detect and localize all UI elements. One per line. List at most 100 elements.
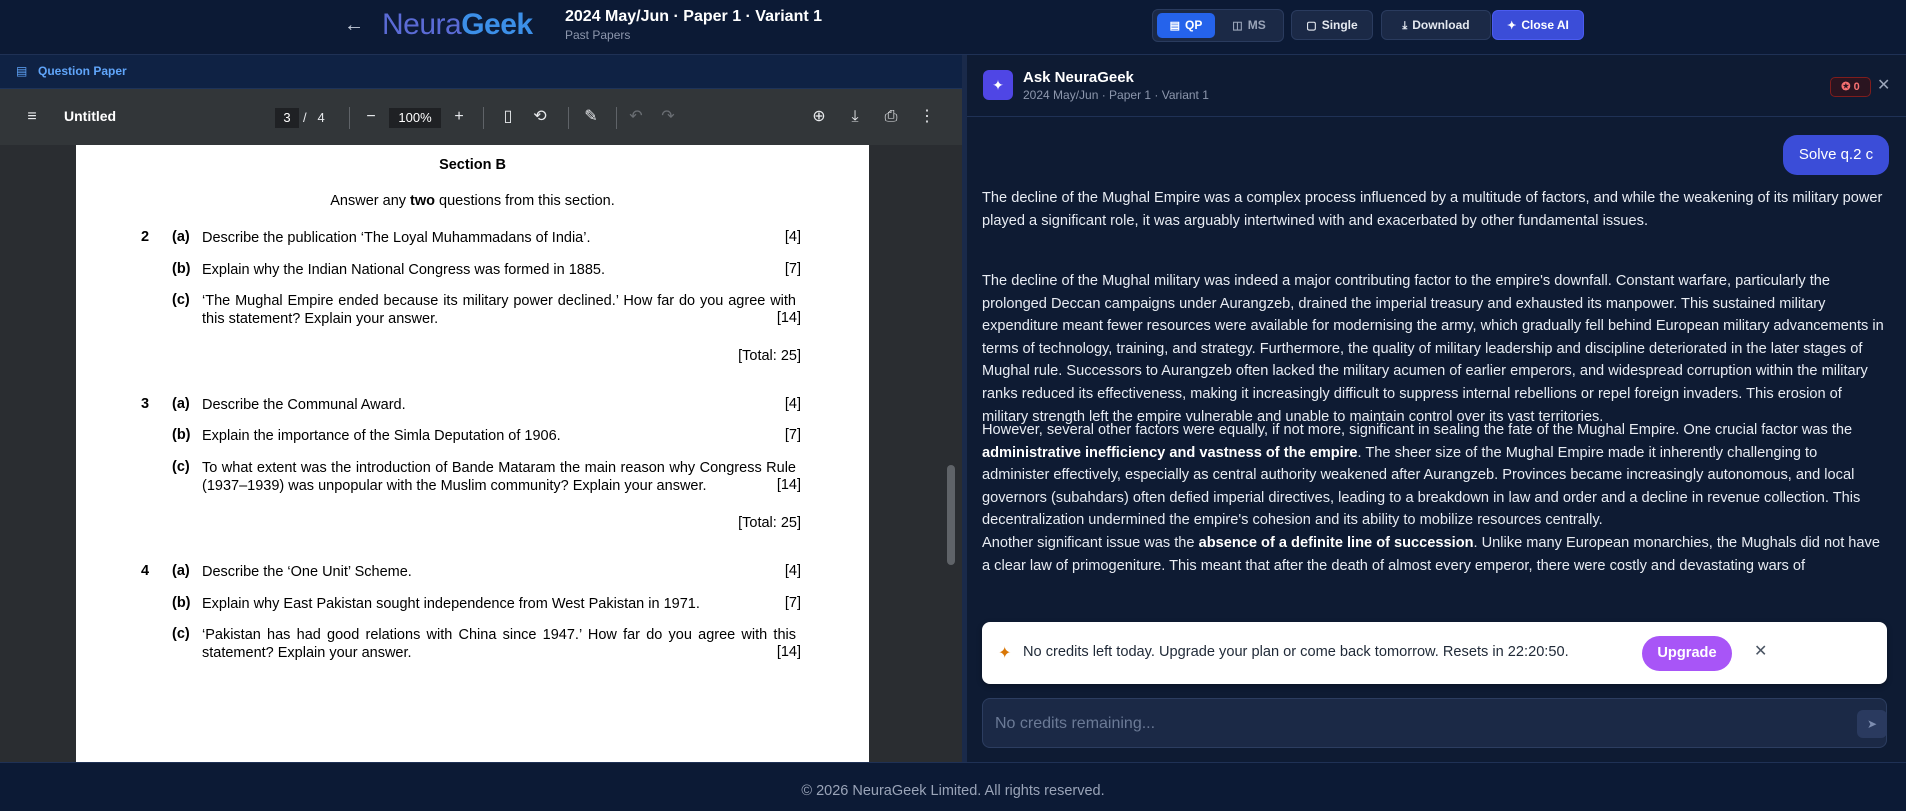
ai-assistant-pane: ✦ Ask NeuraGeek 2024 May/Jun · Paper 1 ·… [967, 55, 1906, 762]
toolbar-divider [616, 107, 617, 129]
question-text: Describe the Communal Award. [202, 397, 406, 413]
sparkle-icon: ✦ [983, 70, 1013, 100]
sparkle-icon: ✦ [998, 645, 1012, 662]
redo-icon[interactable]: ↷ [656, 105, 680, 129]
no-credits-toast: ✦ No credits left today. Upgrade your pl… [982, 622, 1887, 684]
marks: [14] [776, 310, 801, 326]
part-label: (a) [172, 396, 190, 412]
toast-message: No credits left today. Upgrade your plan… [1023, 644, 1569, 660]
ai-title: Ask NeuraGeek [1023, 69, 1134, 86]
question-text: Describe the publication ‘The Loyal Muha… [202, 230, 591, 246]
question-text: ‘The Mughal Empire ended because its mil… [202, 293, 796, 327]
marks: [7] [784, 595, 801, 611]
toolbar-divider [568, 107, 569, 129]
add-drive-icon[interactable]: ⊕ [807, 105, 831, 129]
logo[interactable]: NeuraGeek [382, 8, 533, 42]
menu-icon[interactable]: ≡ [20, 105, 44, 129]
part-label: (b) [172, 595, 191, 611]
part-label: (b) [172, 427, 191, 443]
undo-icon[interactable]: ↶ [624, 105, 648, 129]
document-icon: ▤ [1169, 20, 1181, 32]
part-label: (c) [172, 459, 190, 475]
back-arrow-icon[interactable]: ← [342, 13, 366, 37]
toolbar-divider [483, 107, 484, 129]
question-text: Describe the ‘One Unit’ Scheme. [202, 564, 412, 580]
part-label: (a) [172, 229, 190, 245]
marks: [4] [784, 563, 801, 579]
book-icon: ◫ [1232, 20, 1243, 32]
ai-paragraph: The decline of the Mughal military was i… [982, 273, 1884, 425]
marks: [14] [776, 644, 801, 660]
upgrade-button[interactable]: Upgrade [1642, 636, 1732, 671]
pdf-scroll-thumb[interactable] [947, 465, 955, 565]
ms-button[interactable]: ◫ MS [1219, 13, 1279, 38]
marks: [4] [784, 229, 801, 245]
ai-subtitle: 2024 May/Jun · Paper 1 · Variant 1 [1023, 88, 1209, 102]
fit-page-icon[interactable]: ▯ [496, 105, 520, 129]
section-instruction: Answer any two questions from this secti… [330, 193, 615, 209]
part-label: (b) [172, 261, 191, 277]
page-number-input[interactable]: 3 [275, 108, 299, 128]
zoom-in-icon[interactable]: + [447, 105, 471, 129]
pdf-toolbar: ≡ Untitled 3 / 4 − 100% + ▯ ⟲ ✎ ↶ ↷ ⊕ ⤓ … [0, 89, 962, 145]
part-label: (a) [172, 563, 190, 579]
question-text: Explain why the Indian National Congress… [202, 262, 606, 278]
qp-button[interactable]: ▤ QP [1157, 13, 1215, 38]
close-icon[interactable]: ✕ [1754, 641, 1767, 661]
footer: © 2026 NeuraGeek Limited. All rights res… [0, 762, 1906, 811]
qp-ms-toggle: ▤ QP ◫ MS [1152, 9, 1284, 42]
download-button[interactable]: ⤓ Download [1381, 10, 1491, 40]
paper-title: 2024 May/Jun · Paper 1 · Variant 1 [565, 8, 823, 25]
question-text: To what extent was the introduction of B… [202, 460, 796, 494]
more-options-icon[interactable]: ⋮ [915, 105, 939, 129]
ai-paragraph: However, several other factors were equa… [982, 422, 1861, 529]
pdf-download-icon[interactable]: ⤓ [843, 105, 867, 129]
send-icon[interactable]: ➤ [1857, 710, 1887, 738]
credits-badge: ✪ 0 [1830, 77, 1871, 97]
pdf-page: Section B Answer any two questions from … [76, 145, 869, 762]
section-heading: Section B [439, 157, 506, 173]
sparkle-icon: ✦ [1507, 20, 1517, 32]
single-button[interactable]: ▢ Single [1291, 10, 1373, 40]
marks: [14] [776, 477, 801, 493]
chat-input[interactable] [995, 711, 1815, 737]
top-bar: ← NeuraGeek 2024 May/Jun · Paper 1 · Var… [0, 0, 1906, 55]
question-number: 4 [141, 563, 150, 579]
ai-paragraph: Another significant issue was the absenc… [982, 535, 1880, 574]
page-count: / 4 [303, 110, 325, 125]
download-icon: ⤓ [1402, 20, 1408, 32]
zoom-out-icon[interactable]: − [359, 105, 383, 129]
chat-messages: Solve q.2 c The decline of the Mughal Em… [967, 117, 1906, 677]
marks: [7] [784, 261, 801, 277]
close-ai-button[interactable]: ✦ Close AI [1492, 10, 1584, 40]
question-text: Explain why East Pakistan sought indepen… [202, 596, 700, 612]
question-text: ‘Pakistan has had good relations with Ch… [202, 627, 796, 661]
pdf-doc-title: Untitled [64, 108, 117, 124]
ai-paragraph: The decline of the Mughal Empire was a c… [982, 190, 1883, 229]
part-label: (c) [172, 626, 190, 642]
square-icon: ▢ [1306, 20, 1317, 32]
pdf-scrollbar[interactable] [944, 145, 958, 762]
question-paper-pane: ▤ Question Paper ≡ Untitled 3 / 4 − 100%… [0, 55, 962, 762]
user-message: Solve q.2 c [1783, 135, 1889, 175]
copyright-text: © 2026 NeuraGeek Limited. All rights res… [801, 783, 1105, 799]
part-label: (c) [172, 292, 190, 308]
question-paper-label: Question Paper [38, 64, 127, 78]
ai-header: ✦ Ask NeuraGeek 2024 May/Jun · Paper 1 ·… [967, 55, 1906, 117]
chat-input-box: ➤ [982, 698, 1887, 748]
total-marks: [Total: 25] [738, 348, 801, 364]
question-paper-header: ▤ Question Paper [0, 55, 962, 89]
annotate-icon[interactable]: ✎ [579, 105, 603, 129]
question-number: 3 [141, 396, 150, 412]
paper-subtitle: Past Papers [565, 28, 631, 42]
question-text: Explain the importance of the Simla Depu… [202, 428, 561, 444]
file-icon: ▤ [16, 64, 28, 78]
total-marks: [Total: 25] [738, 515, 801, 531]
rotate-icon[interactable]: ⟲ [528, 105, 552, 129]
zoom-level[interactable]: 100% [389, 108, 441, 128]
question-number: 2 [141, 229, 150, 245]
close-icon[interactable]: ✕ [1877, 75, 1890, 95]
marks: [7] [784, 427, 801, 443]
toolbar-divider [349, 107, 350, 129]
print-icon[interactable]: ⎙ [879, 105, 903, 129]
